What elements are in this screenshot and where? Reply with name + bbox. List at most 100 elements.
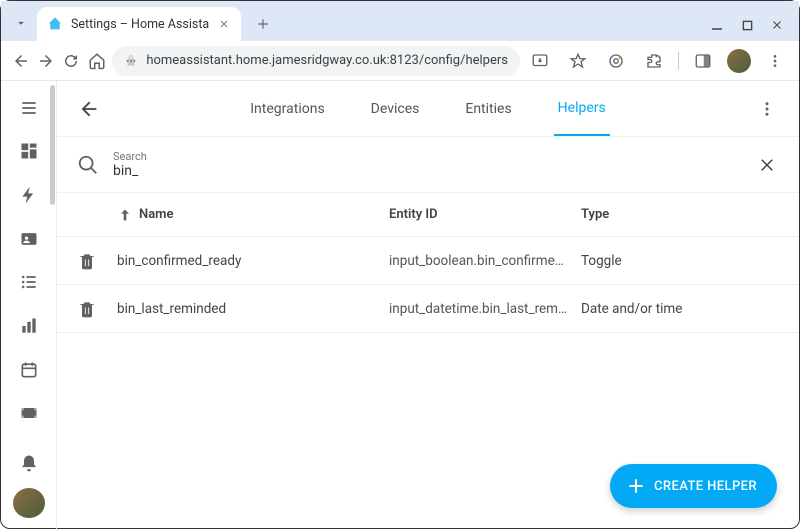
lightning-icon bbox=[19, 185, 39, 205]
rail-calendar[interactable] bbox=[9, 351, 49, 389]
search-label: Search bbox=[113, 150, 741, 163]
calendar-icon bbox=[19, 360, 39, 380]
table-row[interactable]: bin_last_reminded input_datetime.bin_las… bbox=[57, 285, 799, 333]
rail-scrollbar[interactable] bbox=[50, 85, 55, 205]
maximize-icon bbox=[742, 20, 753, 31]
person-card-icon bbox=[19, 229, 39, 249]
row-icon bbox=[77, 251, 105, 271]
col-name-label: Name bbox=[139, 207, 173, 222]
row-entity-id: input_boolean.bin_confirmed_re… bbox=[389, 253, 569, 269]
arrow-up-icon bbox=[117, 207, 133, 223]
site-settings-icon bbox=[124, 54, 138, 68]
new-tab-button[interactable] bbox=[249, 10, 277, 38]
chevron-down-icon bbox=[14, 16, 28, 30]
arrow-left-icon bbox=[12, 52, 30, 70]
install-icon bbox=[531, 52, 549, 70]
table-header-row: Name Entity ID Type bbox=[57, 193, 799, 237]
rail-media[interactable] bbox=[9, 395, 49, 433]
url-text: homeassistant.home.jamesridgway.co.uk:81… bbox=[146, 53, 508, 68]
row-entity-id: input_datetime.bin_last_reminded bbox=[389, 301, 569, 317]
close-tab-button[interactable] bbox=[217, 17, 231, 31]
tab-devices[interactable]: Devices bbox=[367, 81, 424, 136]
clear-search-button[interactable] bbox=[755, 153, 779, 177]
nav-forward-button[interactable] bbox=[36, 47, 55, 75]
hamburger-button[interactable] bbox=[9, 89, 49, 127]
search-icon bbox=[77, 154, 99, 176]
row-name: bin_last_reminded bbox=[117, 301, 377, 317]
list-icon bbox=[19, 272, 39, 292]
bookmark-button[interactable] bbox=[564, 47, 592, 75]
overflow-menu[interactable] bbox=[747, 89, 787, 129]
chart-icon bbox=[19, 316, 39, 336]
trash-icon bbox=[77, 251, 97, 271]
minimize-button[interactable] bbox=[709, 17, 725, 33]
topbar: Integrations Devices Entities Helpers bbox=[57, 81, 799, 137]
window-controls bbox=[709, 17, 785, 33]
sort-arrow bbox=[117, 207, 133, 223]
chrome-menu-button[interactable] bbox=[761, 47, 789, 75]
camera-button[interactable] bbox=[602, 47, 630, 75]
plus-icon bbox=[256, 17, 270, 31]
fab-label: CREATE HELPER bbox=[654, 479, 757, 494]
table-row[interactable]: bin_confirmed_ready input_boolean.bin_co… bbox=[57, 237, 799, 285]
extensions-button[interactable] bbox=[640, 47, 668, 75]
searchbar: Search bbox=[57, 137, 799, 193]
back-button[interactable] bbox=[69, 89, 109, 129]
plus-icon bbox=[626, 476, 646, 496]
row-type: Date and/or time bbox=[581, 301, 779, 317]
close-icon bbox=[758, 156, 776, 174]
rail-person[interactable] bbox=[9, 220, 49, 258]
search-icon-wrap bbox=[77, 154, 99, 176]
star-icon bbox=[569, 52, 587, 70]
row-name: bin_confirmed_ready bbox=[117, 253, 377, 269]
rail-dashboard[interactable] bbox=[9, 133, 49, 171]
bell-icon bbox=[19, 453, 39, 473]
tab-search-dropdown[interactable] bbox=[9, 11, 33, 35]
rail-energy[interactable] bbox=[9, 176, 49, 214]
profile-avatar[interactable] bbox=[727, 49, 751, 73]
dots-vertical-icon bbox=[767, 53, 783, 69]
puzzle-icon bbox=[645, 52, 663, 70]
tab-entities[interactable]: Entities bbox=[461, 81, 515, 136]
row-icon bbox=[77, 299, 105, 319]
close-icon bbox=[219, 19, 229, 29]
rail-history[interactable] bbox=[9, 307, 49, 345]
menu-icon bbox=[19, 98, 39, 118]
tab-helpers[interactable]: Helpers bbox=[554, 81, 610, 136]
reload-button[interactable] bbox=[62, 47, 81, 75]
search-input[interactable] bbox=[113, 163, 741, 179]
maximize-button[interactable] bbox=[739, 17, 755, 33]
rail-notifications[interactable] bbox=[9, 444, 49, 482]
tab-title: Settings – Home Assista bbox=[71, 17, 209, 32]
home-button[interactable] bbox=[87, 47, 106, 75]
close-icon bbox=[771, 19, 783, 31]
side-panel-button[interactable] bbox=[689, 47, 717, 75]
home-icon bbox=[88, 52, 106, 70]
column-header-name[interactable]: Name bbox=[117, 207, 377, 223]
row-type: Toggle bbox=[581, 253, 779, 269]
home-assistant-favicon bbox=[47, 16, 63, 32]
dashboard-icon bbox=[19, 141, 39, 161]
browser-tab-strip: Settings – Home Assista bbox=[1, 1, 799, 41]
create-helper-button[interactable]: CREATE HELPER bbox=[610, 464, 777, 508]
panel-icon bbox=[694, 52, 712, 70]
minimize-icon bbox=[711, 19, 723, 31]
address-bar[interactable]: homeassistant.home.jamesridgway.co.uk:81… bbox=[112, 46, 520, 76]
user-avatar[interactable] bbox=[13, 488, 45, 518]
column-header-type[interactable]: Type bbox=[581, 207, 779, 222]
filmstrip-icon bbox=[19, 403, 39, 423]
browser-tab[interactable]: Settings – Home Assista bbox=[37, 7, 241, 41]
toolbar-divider bbox=[678, 52, 679, 70]
nav-back-button[interactable] bbox=[11, 47, 30, 75]
reload-icon bbox=[62, 52, 80, 70]
trash-icon bbox=[77, 299, 97, 319]
main-content: Integrations Devices Entities Helpers Se… bbox=[57, 81, 799, 530]
sidebar-rail bbox=[1, 81, 57, 530]
rail-todo[interactable] bbox=[9, 264, 49, 302]
install-app-button[interactable] bbox=[526, 47, 554, 75]
config-tabs: Integrations Devices Entities Helpers bbox=[109, 81, 747, 136]
close-window-button[interactable] bbox=[769, 17, 785, 33]
tab-integrations[interactable]: Integrations bbox=[246, 81, 328, 136]
search-field[interactable]: Search bbox=[113, 150, 741, 179]
column-header-entity[interactable]: Entity ID bbox=[389, 207, 569, 222]
